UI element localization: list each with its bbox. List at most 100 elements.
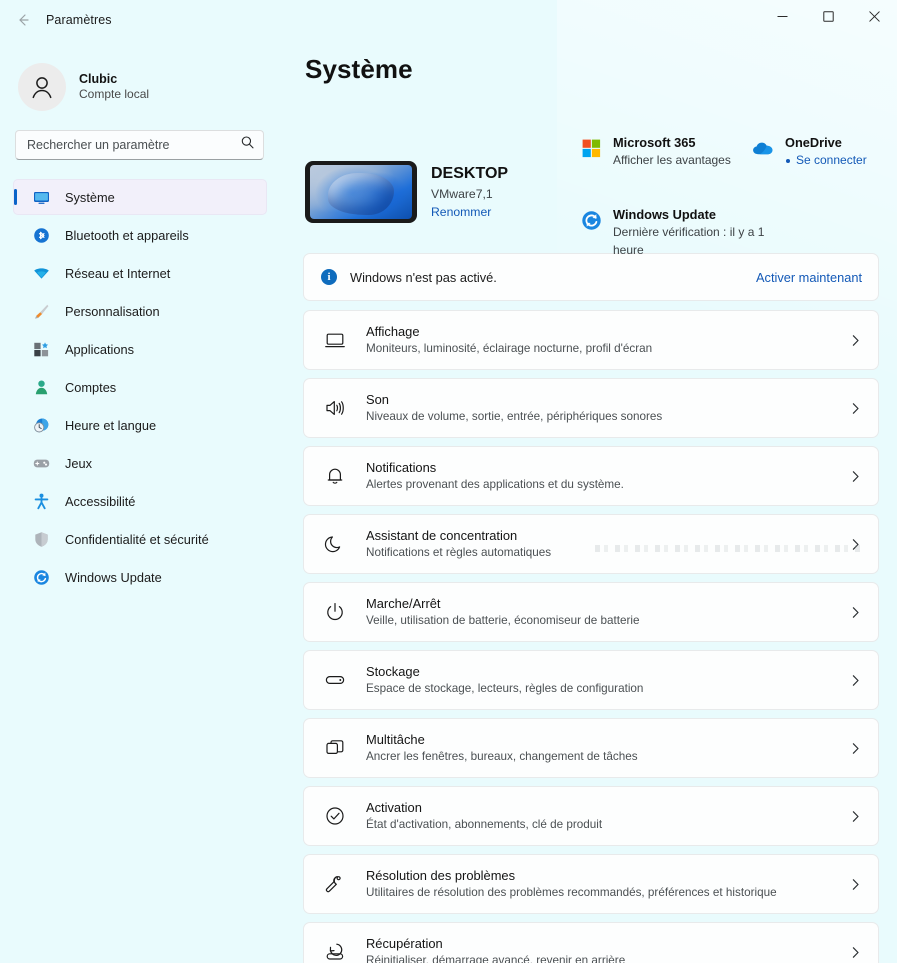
close-button[interactable] [851,0,897,32]
account-subtitle: Compte local [79,87,149,103]
rename-device-link[interactable]: Renommer [431,203,508,221]
settings-row-subtitle: Réinitialiser, démarrage avancé, revenir… [366,953,625,963]
storage-drive-icon [321,666,349,694]
settings-row-title: Affichage [366,323,652,341]
account-card[interactable]: Clubic Compte local [11,40,267,120]
onedrive-cloud-icon [752,137,774,159]
sidebar-item-accessibilite[interactable]: Accessibilité [13,483,267,519]
settings-row-title: Assistant de concentration [366,527,551,545]
shield-icon [33,531,50,548]
accessibility-person-icon [33,493,50,510]
sidebar-item-label: Accessibilité [65,494,135,509]
settings-row-activation[interactable]: Activation État d'activation, abonnement… [303,786,879,846]
service-title: Microsoft 365 [613,133,731,152]
multitask-windows-icon [321,734,349,762]
device-card: DESKTOP VMware7,1 Renommer [305,147,508,237]
chevron-right-icon [849,538,862,551]
settings-row-subtitle: Espace de stockage, lecteurs, règles de … [366,681,643,697]
windows-bloom-wallpaper-thumbnail [305,161,417,223]
settings-row-marche-arret[interactable]: Marche/Arrêt Veille, utilisation de batt… [303,582,879,642]
settings-row-assistant-de-concentration[interactable]: Assistant de concentration Notifications… [303,514,879,574]
settings-row-title: Récupération [366,935,625,953]
moon-focus-icon [321,530,349,558]
system-summary: DESKTOP VMware7,1 Renommer Microsoft 365 [303,107,879,237]
service-title: OneDrive [785,133,867,152]
sidebar-item-systeme[interactable]: Système [13,179,267,215]
onedrive-signin-link[interactable]: Se connecter [785,152,867,169]
close-icon [869,11,880,22]
service-title: Windows Update [613,205,780,224]
sidebar-item-applications[interactable]: Applications [13,331,267,367]
check-circle-icon [321,802,349,830]
device-model: VMware7,1 [431,185,508,203]
power-icon [321,598,349,626]
sidebar-item-windows-update[interactable]: Windows Update [13,559,267,595]
settings-row-stockage[interactable]: Stockage Espace de stockage, lecteurs, r… [303,650,879,710]
device-name: DESKTOP [431,163,508,185]
settings-row-affichage[interactable]: Affichage Moniteurs, luminosité, éclaira… [303,310,879,370]
gamepad-icon [33,455,50,472]
bell-notification-icon [321,462,349,490]
settings-row-subtitle: Moniteurs, luminosité, éclairage nocturn… [366,341,652,357]
sidebar-item-label: Comptes [65,380,116,395]
sidebar-item-label: Bluetooth et appareils [65,228,189,243]
recovery-restore-icon [321,938,349,963]
sidebar-item-label: Heure et langue [65,418,156,433]
settings-row-recuperation[interactable]: Récupération Réinitialiser, démarrage av… [303,922,879,963]
display-monitor-icon [321,326,349,354]
sidebar-nav: Système Bluetooth et appareils Réseau et… [11,179,267,595]
chevron-right-icon [849,402,862,415]
settings-row-multitache[interactable]: Multitâche Ancrer les fenêtres, bureaux,… [303,718,879,778]
windows-update-icon [33,569,50,586]
windows-update-icon [580,209,602,231]
minimize-icon [777,11,788,22]
paintbrush-icon [33,303,50,320]
settings-row-title: Son [366,391,662,409]
sidebar-item-comptes[interactable]: Comptes [13,369,267,405]
settings-row-title: Notifications [366,459,624,477]
settings-row-resolution-des-problemes[interactable]: Résolution des problèmes Utilitaires de … [303,854,879,914]
onedrive-card[interactable]: OneDrive Se connecter [752,133,897,170]
settings-row-title: Résolution des problèmes [366,867,777,885]
sidebar-item-personnalisation[interactable]: Personnalisation [13,293,267,329]
settings-row-subtitle: Ancrer les fenêtres, bureaux, changement… [366,749,638,765]
microsoft-365-card[interactable]: Microsoft 365 Afficher les avantages [580,133,740,170]
search-input[interactable] [15,130,264,160]
sidebar-item-label: Réseau et Internet [65,266,170,281]
account-name: Clubic [79,71,149,88]
sidebar: Clubic Compte local Système [0,40,278,963]
sidebar-item-confidentialite-et-securite[interactable]: Confidentialité et sécurité [13,521,267,557]
maximize-button[interactable] [805,0,851,32]
chevron-right-icon [849,946,862,959]
sidebar-item-jeux[interactable]: Jeux [13,445,267,481]
sidebar-item-reseau-et-internet[interactable]: Réseau et Internet [13,255,267,291]
chevron-right-icon [849,878,862,891]
sidebar-item-bluetooth-et-appareils[interactable]: Bluetooth et appareils [13,217,267,253]
settings-row-son[interactable]: Son Niveaux de volume, sortie, entrée, p… [303,378,879,438]
search-box [15,130,264,160]
activate-now-link[interactable]: Activer maintenant [756,270,862,285]
minimize-button[interactable] [759,0,805,32]
activation-banner-text: Windows n'est pas activé. [350,270,497,285]
settings-row-subtitle: Alertes provenant des applications et du… [366,477,624,493]
clock-globe-icon [33,417,50,434]
settings-row-title: Multitâche [366,731,638,749]
settings-row-subtitle: Utilitaires de résolution des problèmes … [366,885,777,901]
person-avatar-icon [27,72,57,102]
sidebar-item-heure-et-langue[interactable]: Heure et langue [13,407,267,443]
accounts-person-icon [33,379,50,396]
back-button[interactable] [6,5,40,35]
settings-row-notifications[interactable]: Notifications Alertes provenant des appl… [303,446,879,506]
settings-row-subtitle: Notifications et règles automatiques [366,545,551,561]
apps-icon [33,341,50,358]
bluetooth-icon [33,227,50,244]
wrench-troubleshoot-icon [321,870,349,898]
sidebar-item-label: Jeux [65,456,92,471]
chevron-right-icon [849,606,862,619]
speaker-sound-icon [321,394,349,422]
sidebar-item-label: Confidentialité et sécurité [65,532,209,547]
microsoft-logo-icon [580,137,602,159]
settings-row-subtitle: Niveaux de volume, sortie, entrée, périp… [366,409,662,425]
back-arrow-icon [15,12,31,28]
windows-update-summary-card[interactable]: Windows Update Dernière vérification : i… [580,205,780,259]
